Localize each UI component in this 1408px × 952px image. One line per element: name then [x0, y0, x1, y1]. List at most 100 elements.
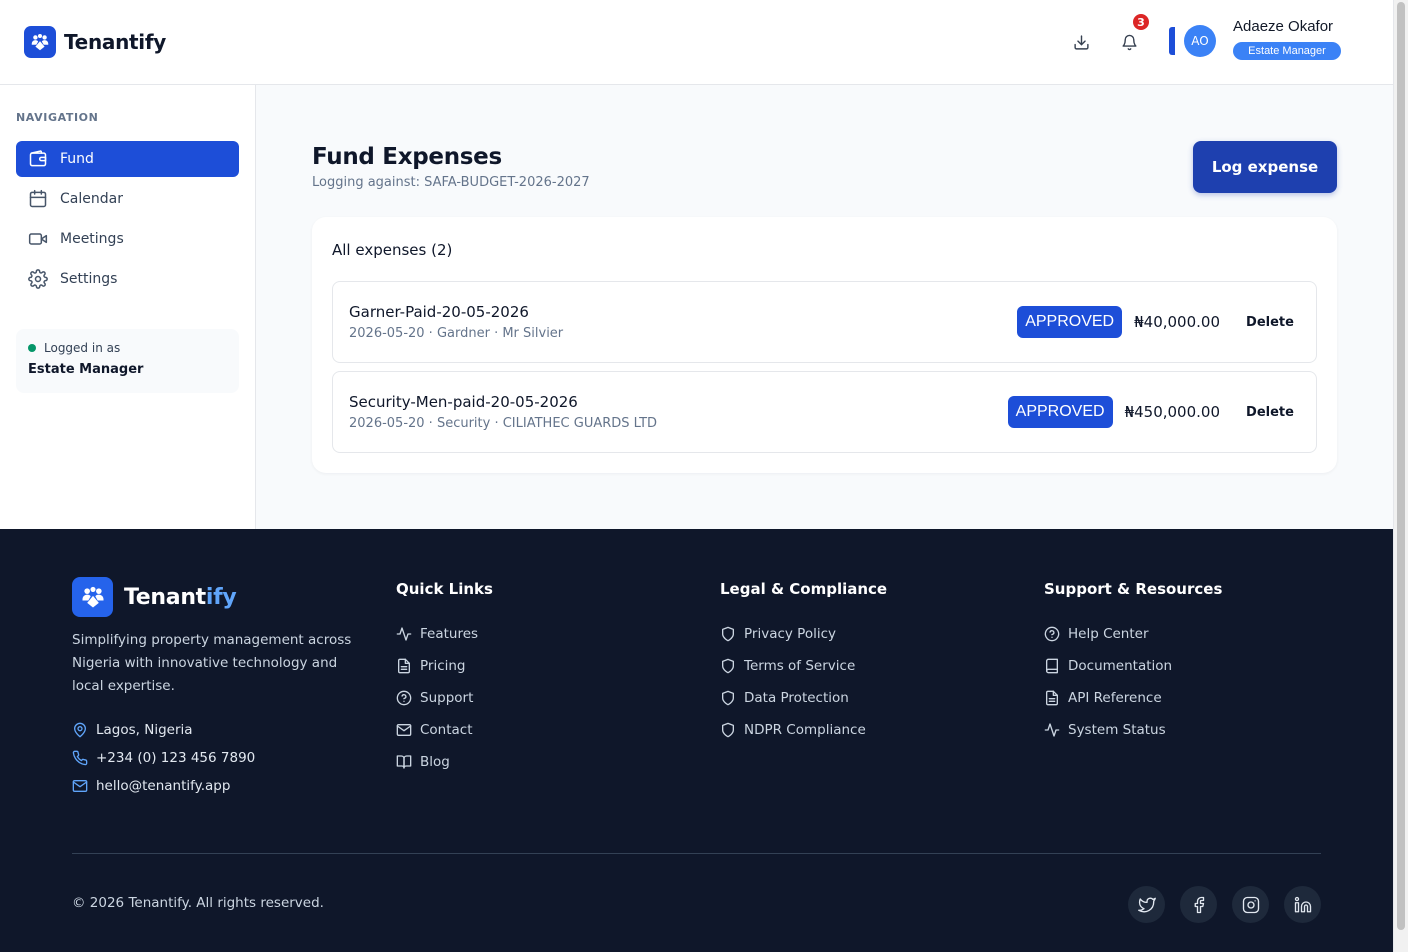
footer-link-label: Pricing [420, 658, 466, 674]
login-status-card: Logged in as Estate Manager [16, 329, 239, 393]
footer-link-label: NDPR Compliance [744, 722, 866, 738]
help-circle-icon [396, 690, 412, 706]
activity-icon [1044, 723, 1060, 737]
footer-brand-main: Tenant [124, 584, 206, 610]
footer-link-documentation[interactable]: Documentation [1044, 658, 1172, 674]
footer-link-label: API Reference [1068, 690, 1162, 706]
footer-col-title-quick-links: Quick Links [396, 580, 493, 598]
online-status-dot [28, 344, 36, 352]
expense-title: Security-Men-paid-20-05-2026 [349, 393, 578, 411]
phone-icon [72, 750, 88, 766]
sidebar-item-settings[interactable]: Settings [16, 261, 239, 297]
book-icon [1046, 658, 1058, 674]
delete-button[interactable]: Delete [1240, 306, 1300, 338]
delete-button[interactable]: Delete [1240, 396, 1300, 428]
file-text-icon [398, 658, 410, 674]
footer-link-privacy-policy[interactable]: Privacy Policy [720, 626, 836, 642]
footer-brand-name: Tenantify [124, 584, 237, 610]
footer-link-label: Blog [420, 754, 450, 770]
nav-heading: NAVIGATION [16, 111, 99, 124]
footer-link-label: Data Protection [744, 690, 849, 706]
footer-email-text: hello@tenantify.app [96, 778, 231, 794]
activity-icon [396, 627, 412, 641]
footer-brand[interactable]: Tenantify [72, 577, 237, 617]
footer-link-label: System Status [1068, 722, 1166, 738]
footer-link-system-status[interactable]: System Status [1044, 722, 1166, 738]
facebook-icon[interactable] [1180, 886, 1217, 923]
brand-name: Tenantify [64, 30, 166, 54]
page-subtitle: Logging against: SAFA-BUDGET-2026-2027 [312, 175, 590, 190]
footer-link-label: Terms of Service [744, 658, 856, 674]
footer-description: Simplifying property management across N… [72, 632, 352, 694]
top-header: Tenantify 3 AO Adaeze Okafor Estate Mana… [0, 0, 1393, 85]
shield-icon [722, 722, 734, 738]
log-expense-button[interactable]: Log expense [1193, 141, 1337, 193]
footer-location-text: Lagos, Nigeria [96, 722, 193, 738]
footer-link-contact[interactable]: Contact [396, 722, 473, 738]
footer-link-features[interactable]: Features [396, 626, 478, 642]
sidebar-item-label: Meetings [60, 231, 124, 247]
main-content: Fund Expenses Logging against: SAFA-BUDG… [256, 85, 1393, 529]
login-role: Estate Manager [28, 362, 144, 377]
sidebar-item-label: Fund [60, 151, 94, 167]
sidebar-item-fund[interactable]: Fund [16, 141, 239, 177]
expense-meta: 2026-05-20 · Gardner · Mr Silvier [349, 326, 564, 341]
wallet-icon [29, 150, 47, 167]
footer-link-label: Support [420, 690, 474, 706]
page-title: Fund Expenses [312, 144, 502, 170]
expense-amount: ₦40,000.00 [1134, 313, 1220, 331]
footer-phone[interactable]: +234 (0) 123 456 7890 [72, 750, 255, 766]
help-circle-icon [1044, 626, 1060, 642]
sidebar: NAVIGATION Fund Calendar Meetings Settin… [0, 85, 256, 529]
expense-title: Garner-Paid-20-05-2026 [349, 303, 529, 321]
instagram-icon[interactable] [1232, 886, 1269, 923]
video-icon [28, 233, 48, 245]
user-avatar[interactable]: AO [1184, 25, 1216, 57]
brand-logo-link[interactable]: Tenantify [24, 26, 166, 58]
footer-phone-text: +234 (0) 123 456 7890 [96, 750, 256, 766]
avatar-edge [1169, 27, 1175, 55]
book-open-icon [396, 755, 412, 769]
expense-row[interactable]: Garner-Paid-20-05-2026 2026-05-20 · Gard… [332, 281, 1317, 363]
mail-icon [396, 724, 412, 736]
footer-link-blog[interactable]: Blog [396, 754, 450, 770]
gear-icon [28, 269, 48, 289]
footer-link-label: Contact [420, 722, 473, 738]
linkedin-icon[interactable] [1284, 886, 1321, 923]
footer-link-label: Privacy Policy [744, 626, 837, 642]
footer-link-data-protection[interactable]: Data Protection [720, 690, 849, 706]
file-text-icon [1046, 690, 1058, 706]
footer-link-support[interactable]: Support [396, 690, 473, 706]
sidebar-item-calendar[interactable]: Calendar [16, 181, 239, 217]
footer-link-label: Documentation [1068, 658, 1173, 674]
expense-row[interactable]: Security-Men-paid-20-05-2026 2026-05-20 … [332, 371, 1317, 453]
status-badge: APPROVED [1007, 396, 1113, 428]
sidebar-item-meetings[interactable]: Meetings [16, 221, 239, 257]
page-scrollbar[interactable] [1393, 0, 1408, 952]
shield-icon [722, 658, 734, 674]
footer-divider [72, 853, 1321, 854]
shield-icon [722, 626, 734, 642]
tenantify-logo-icon [24, 26, 56, 58]
footer-link-help-center[interactable]: Help Center [1044, 626, 1149, 642]
user-name[interactable]: Adaeze Okafor [1233, 18, 1333, 35]
footer-link-api-reference[interactable]: API Reference [1044, 690, 1162, 706]
expenses-card: All expenses (2) Garner-Paid-20-05-2026 … [312, 217, 1337, 473]
tenantify-logo-icon [72, 577, 113, 617]
copyright: © 2026 Tenantify. All rights reserved. [72, 895, 324, 911]
sidebar-item-label: Calendar [60, 191, 123, 207]
download-icon[interactable] [1069, 30, 1093, 54]
footer-link-ndpr[interactable]: NDPR Compliance [720, 722, 866, 738]
twitter-icon[interactable] [1128, 886, 1165, 923]
status-badge: APPROVED [1017, 306, 1123, 338]
notification-count-badge: 3 [1133, 14, 1149, 30]
footer-brand-accent: ify [205, 584, 237, 610]
bell-icon[interactable] [1117, 30, 1141, 54]
footer-link-terms[interactable]: Terms of Service [720, 658, 855, 674]
expenses-card-title: All expenses (2) [332, 241, 453, 259]
footer-email[interactable]: hello@tenantify.app [72, 778, 230, 794]
footer-link-pricing[interactable]: Pricing [396, 658, 466, 674]
footer-col-title-legal: Legal & Compliance [720, 580, 888, 598]
scrollbar-thumb[interactable] [1397, 2, 1405, 930]
footer-link-label: Features [420, 626, 479, 642]
